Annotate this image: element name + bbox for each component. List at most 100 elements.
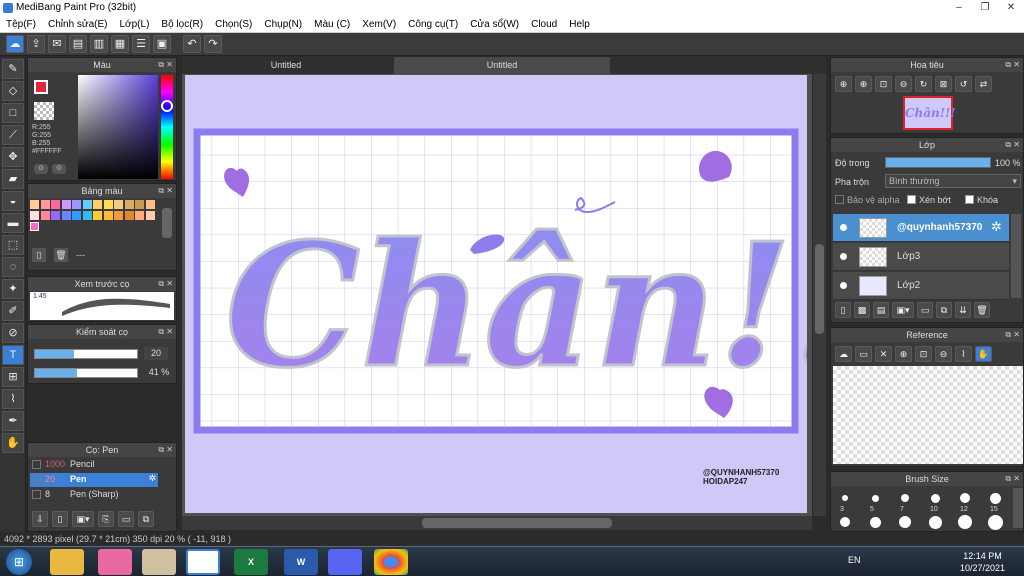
palette-swatch[interactable] bbox=[103, 200, 113, 209]
add-brush-icon[interactable]: ▣▾ bbox=[72, 511, 94, 527]
horizontal-scrollbar[interactable] bbox=[182, 516, 812, 530]
protect-alpha-checkbox[interactable] bbox=[835, 195, 844, 204]
horizontal-scroll-thumb[interactable] bbox=[422, 518, 612, 528]
hand-icon[interactable]: ✋ bbox=[975, 346, 992, 362]
color-wheel-button[interactable]: ⊙ bbox=[34, 164, 48, 174]
close-reference-icon[interactable]: ✕ bbox=[875, 346, 892, 362]
lasso-tool-icon[interactable]: ◌ bbox=[2, 257, 24, 277]
add-layer-menu-icon[interactable]: ▣▾ bbox=[892, 302, 914, 318]
palette-swatch[interactable] bbox=[30, 222, 39, 231]
new-layer-icon[interactable]: ▯ bbox=[835, 302, 851, 318]
select-tool-icon[interactable]: ⬚ bbox=[2, 235, 24, 255]
menu-view[interactable]: Xem(V) bbox=[356, 19, 402, 30]
brush-item[interactable]: 8 Pen (Sharp) bbox=[30, 488, 158, 502]
new-halftone-layer-icon[interactable]: ▩ bbox=[854, 302, 870, 318]
menu-layer[interactable]: Lớp(L) bbox=[114, 19, 156, 30]
lock-checkbox[interactable] bbox=[965, 195, 974, 204]
duplicate-icon[interactable]: ⧉ bbox=[138, 511, 154, 527]
new-8bit-layer-icon[interactable]: ▤ bbox=[873, 302, 889, 318]
brush-size-option[interactable] bbox=[869, 516, 881, 528]
blend-mode-select[interactable]: Bình thường ▾ bbox=[885, 174, 1021, 188]
palette-swatch[interactable] bbox=[72, 211, 81, 220]
paint-icon[interactable] bbox=[142, 549, 176, 575]
palette-swatch[interactable] bbox=[51, 211, 60, 220]
brush-size-option[interactable] bbox=[989, 492, 1001, 504]
merge-layer-icon[interactable]: ⇊ bbox=[955, 302, 971, 318]
new-brush-icon[interactable]: ▯ bbox=[52, 511, 68, 527]
brush-item[interactable]: 1000 Pencil bbox=[30, 458, 158, 472]
medibang-icon[interactable] bbox=[186, 549, 220, 575]
palette-swatch[interactable] bbox=[103, 211, 113, 220]
palette-swatch[interactable] bbox=[61, 200, 71, 209]
duplicate-layer-icon[interactable]: ⧉ bbox=[936, 302, 952, 318]
delete-palette-icon[interactable]: 🗑 bbox=[54, 248, 68, 262]
minimize-button[interactable]: – bbox=[946, 0, 972, 16]
bucket-tool-icon[interactable]: ◒ bbox=[2, 191, 24, 211]
palette-swatch[interactable] bbox=[72, 200, 81, 209]
tab-untitled-1[interactable]: Untitled bbox=[182, 57, 390, 74]
menu-filter[interactable]: Bộ lọc(R) bbox=[155, 19, 209, 30]
folder-icon[interactable]: ▭ bbox=[917, 302, 933, 318]
brush-size-option[interactable] bbox=[987, 514, 1003, 530]
copy-brush-icon[interactable]: ⎘ bbox=[98, 511, 114, 527]
palette-swatch[interactable] bbox=[40, 211, 50, 220]
saturation-value-picker[interactable] bbox=[78, 75, 158, 179]
zoom-in-icon[interactable]: ⊕ bbox=[895, 346, 912, 362]
brush-opacity-slider[interactable] bbox=[34, 368, 138, 378]
close-button[interactable]: ✕ bbox=[998, 0, 1024, 16]
palette-scrollbar[interactable] bbox=[162, 208, 172, 238]
palette-swatch[interactable] bbox=[93, 211, 102, 220]
palette-swatch[interactable] bbox=[135, 211, 144, 220]
word-icon[interactable]: W bbox=[284, 549, 318, 575]
brush-size-option[interactable] bbox=[840, 517, 850, 527]
palette-swatch[interactable] bbox=[30, 211, 39, 220]
file-explorer-icon[interactable] bbox=[50, 549, 84, 575]
brush-opacity-value[interactable]: 41 % bbox=[144, 366, 174, 379]
zoom-out-icon[interactable]: ⊖ bbox=[935, 346, 952, 362]
palette-swatch[interactable] bbox=[124, 200, 134, 209]
palette-swatch[interactable] bbox=[30, 200, 39, 209]
eraser-tool-icon[interactable]: ◇ bbox=[2, 81, 24, 101]
menu-help[interactable]: Help bbox=[563, 19, 596, 30]
gradient-tool-icon[interactable]: ▬ bbox=[2, 213, 24, 233]
menu-window[interactable]: Cửa sổ(W) bbox=[464, 19, 525, 30]
rotate-icon[interactable]: ↻ bbox=[915, 76, 932, 92]
page-icon[interactable]: ▥ bbox=[90, 35, 108, 53]
move-tool-icon[interactable]: ✥ bbox=[2, 147, 24, 167]
hue-handle[interactable] bbox=[161, 100, 173, 112]
redo-icon[interactable]: ↷ bbox=[204, 35, 222, 53]
menu-tools[interactable]: Công cụ(T) bbox=[402, 19, 464, 30]
visibility-icon[interactable] bbox=[840, 282, 847, 289]
cloud-icon[interactable]: ☁ bbox=[6, 35, 24, 53]
menu-snap[interactable]: Chụp(N) bbox=[258, 19, 308, 30]
palette-swatch[interactable] bbox=[51, 200, 60, 209]
dot-tool-icon[interactable]: ⟋ bbox=[2, 125, 24, 145]
menu-file[interactable]: Tệp(F) bbox=[0, 19, 42, 30]
brush-size-option[interactable] bbox=[958, 515, 972, 529]
vertical-scrollbar[interactable] bbox=[813, 74, 826, 516]
hand-tool-icon[interactable]: ✋ bbox=[2, 433, 24, 453]
chrome-icon[interactable] bbox=[374, 549, 408, 575]
clipping-checkbox[interactable] bbox=[907, 195, 916, 204]
brush-size-option[interactable] bbox=[930, 493, 940, 503]
palette-swatch[interactable] bbox=[124, 211, 134, 220]
brush-tool-icon[interactable]: ✎ bbox=[2, 59, 24, 79]
tab-untitled-2[interactable]: Untitled bbox=[394, 57, 610, 74]
document-icon[interactable]: ▤ bbox=[69, 35, 87, 53]
flip-icon[interactable]: ⇄ bbox=[975, 76, 992, 92]
maximize-button[interactable]: ❐ bbox=[972, 0, 998, 16]
brush-size-option[interactable] bbox=[928, 515, 942, 529]
menu-color[interactable]: Màu (C) bbox=[308, 19, 356, 30]
palette-swatch[interactable] bbox=[82, 211, 92, 220]
zoom-in-icon[interactable]: ⊕ bbox=[835, 76, 852, 92]
fit-icon[interactable]: ⊡ bbox=[875, 76, 892, 92]
palette-swatch[interactable] bbox=[40, 200, 50, 209]
cloud-open-icon[interactable]: ☁ bbox=[835, 346, 852, 362]
comment-icon[interactable]: ✉ bbox=[48, 35, 66, 53]
brush-size-value[interactable]: 20 bbox=[144, 347, 168, 360]
palette-swatch[interactable] bbox=[61, 211, 71, 220]
brush-item-selected[interactable]: 20 Pen ✲ bbox=[30, 473, 158, 487]
undo-icon[interactable]: ↶ bbox=[183, 35, 201, 53]
grid-icon[interactable]: ▦ bbox=[111, 35, 129, 53]
rotate-left-icon[interactable]: ↺ bbox=[955, 76, 972, 92]
